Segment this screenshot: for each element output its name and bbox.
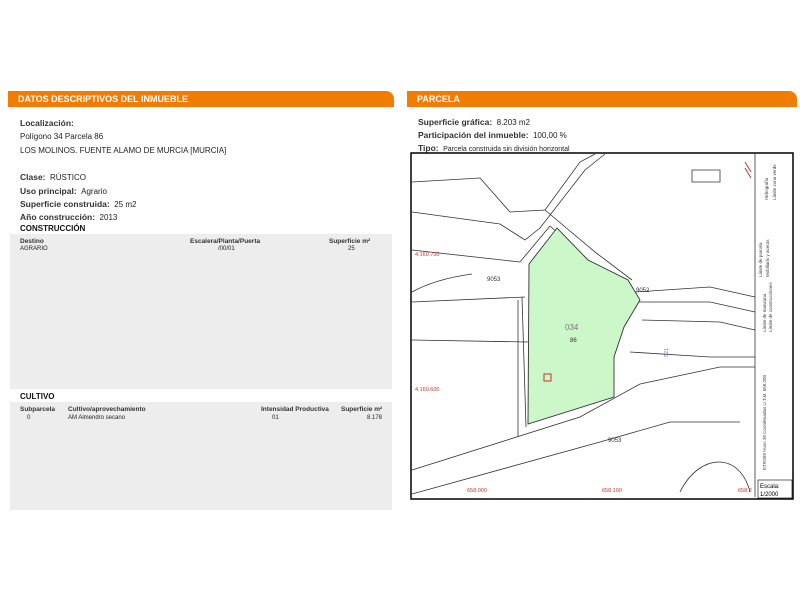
- construccion-header-epp: Escalera/Planta/Puerta: [190, 238, 261, 245]
- right-panel-header: PARCELA: [407, 91, 797, 107]
- parcel-map: 034 86 9053 9052 9053 521 4.160.700 4.16…: [410, 152, 794, 500]
- neighbor-bottom-label: 9053: [608, 438, 622, 444]
- parcel-number: 86: [570, 338, 577, 344]
- cultivo-header-subparcela: Subparcela: [20, 406, 56, 413]
- legend-item-1: Límite de manzana: [762, 293, 767, 332]
- construccion-header-superficie: Superficie m²: [329, 238, 371, 245]
- construccion-table: [10, 234, 392, 389]
- anio-label: Año construcción:: [20, 212, 96, 222]
- cultivo-header-superficie: Superficie m²: [341, 406, 383, 413]
- localizacion-line1: Polígono 34 Parcela 86: [20, 132, 104, 141]
- parcel-label: 034: [565, 323, 579, 332]
- construccion-cell-destino: AGRARIO: [20, 246, 48, 252]
- legend-item-3: Límite de construcciones: [768, 281, 773, 332]
- anio-row: Año construcción: 2013: [20, 207, 117, 225]
- anio-value: 2013: [99, 213, 118, 222]
- construccion-cell-epp: /00/01: [218, 246, 235, 252]
- legend-item-4: Mobiliario y aceras: [765, 239, 770, 277]
- coord-x2: 658.100: [602, 488, 622, 494]
- construccion-cell-superficie: 25: [348, 246, 355, 252]
- cultivo-header-intensidad: Intensidad Productiva: [261, 406, 329, 413]
- coord-y1: 4.160.700: [415, 252, 439, 258]
- cultivo-title: CULTIVO: [20, 392, 55, 401]
- cultivo-cell-cultivo: AM Almendro secano: [68, 415, 126, 421]
- cultivo-cell-subparcela: 0: [27, 415, 31, 421]
- side-label: 521: [664, 348, 670, 357]
- localizacion-label: Localización:: [20, 118, 74, 128]
- crs-text: ETRS89 Huso 30 Coordenadas U.T.M. 658.20…: [762, 374, 767, 470]
- neighbor-right-label: 9052: [636, 288, 650, 294]
- localizacion-line2: LOS MOLINOS. FUENTE ALAMO DE MURCIA [MUR…: [20, 146, 227, 155]
- scale-label: Escala:: [760, 484, 780, 490]
- coord-x1: 658.000: [467, 488, 487, 494]
- neighbor-left-label: 9053: [487, 277, 501, 283]
- cultivo-cell-intensidad: 01: [272, 415, 279, 421]
- legend-item-2: Límite de parcela: [758, 242, 763, 277]
- construccion-header-destino: Destino: [20, 238, 44, 245]
- cultivo-header-cultivo: Cultivo/aprovechamiento: [68, 406, 146, 413]
- superficie-value: 25 m2: [114, 200, 137, 209]
- construccion-title: CONSTRUCCIÓN: [20, 224, 86, 233]
- coord-y2: 4.160.600: [415, 387, 439, 393]
- scale-value: 1/2000: [760, 492, 779, 498]
- left-panel-header: DATOS DESCRIPTIVOS DEL INMUEBLE: [8, 91, 394, 107]
- cultivo-cell-superficie: 8.178: [367, 415, 383, 421]
- legend-item-5: Límite zona verde: [772, 164, 777, 200]
- coord-x3: 658.2: [738, 488, 752, 494]
- legend-item-6: Hidrografía: [764, 177, 769, 200]
